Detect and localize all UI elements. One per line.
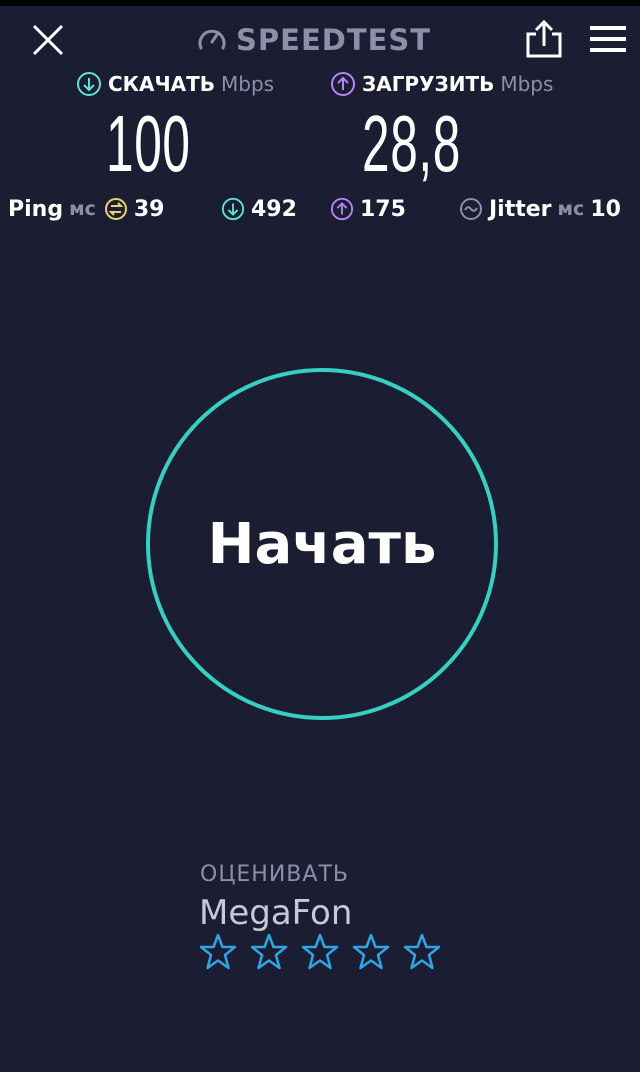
status-bar bbox=[0, 0, 640, 6]
close-button[interactable] bbox=[28, 20, 68, 60]
menu-icon bbox=[590, 26, 626, 52]
star-icon[interactable] bbox=[300, 932, 340, 972]
gauge-icon bbox=[198, 29, 226, 50]
start-button[interactable]: Начать bbox=[146, 368, 498, 720]
ping-stat: Ping мс 39 bbox=[8, 193, 165, 225]
arrow-down-circle-icon bbox=[221, 197, 245, 221]
jitter-label: Jitter bbox=[489, 196, 552, 222]
rating-stars bbox=[198, 932, 453, 972]
brand-name: SPEEDTEST bbox=[236, 23, 432, 57]
brand-logo: SPEEDTEST bbox=[196, 20, 431, 60]
close-icon bbox=[32, 24, 64, 56]
download-unit: Mbps bbox=[221, 72, 275, 96]
ping-label: Ping bbox=[8, 196, 64, 222]
provider-name: MegaFon bbox=[199, 893, 353, 933]
star-icon[interactable] bbox=[402, 932, 442, 972]
upload-latency-stat: 175 bbox=[330, 193, 406, 225]
ping-icon bbox=[104, 198, 127, 220]
ping-unit: мс bbox=[69, 198, 96, 220]
start-label: Начать bbox=[207, 511, 437, 577]
star-icon[interactable] bbox=[351, 932, 391, 972]
download-speed-value: 100 bbox=[106, 99, 191, 188]
share-button[interactable] bbox=[524, 18, 564, 60]
upload-title: ЗАГРУЗИТЬ bbox=[362, 72, 495, 96]
arrow-up-circle-icon bbox=[330, 197, 354, 221]
rate-label: ОЦЕНИВАТЬ bbox=[200, 862, 349, 887]
ping-value: 39 bbox=[133, 196, 165, 222]
download-latency-stat: 492 bbox=[221, 193, 297, 225]
download-latency-value: 492 bbox=[251, 196, 297, 222]
jitter-unit: мс bbox=[557, 198, 585, 220]
menu-button[interactable] bbox=[588, 24, 628, 54]
share-icon bbox=[526, 19, 562, 58]
arrow-up-circle-icon bbox=[331, 72, 355, 96]
download-label: СКАЧАТЬ Mbps bbox=[76, 70, 274, 98]
star-icon[interactable] bbox=[198, 932, 238, 972]
upload-speed-value: 28,8 bbox=[362, 99, 462, 188]
upload-latency-value: 175 bbox=[360, 196, 406, 222]
jitter-stat: Jitter мс 10 bbox=[459, 193, 621, 225]
jitter-value: 10 bbox=[590, 196, 621, 222]
arrow-down-circle-icon bbox=[77, 72, 101, 96]
download-title: СКАЧАТЬ bbox=[108, 72, 216, 96]
jitter-icon bbox=[460, 198, 482, 220]
upload-unit: Mbps bbox=[500, 72, 554, 96]
upload-label: ЗАГРУЗИТЬ Mbps bbox=[330, 70, 553, 98]
star-icon[interactable] bbox=[249, 932, 289, 972]
